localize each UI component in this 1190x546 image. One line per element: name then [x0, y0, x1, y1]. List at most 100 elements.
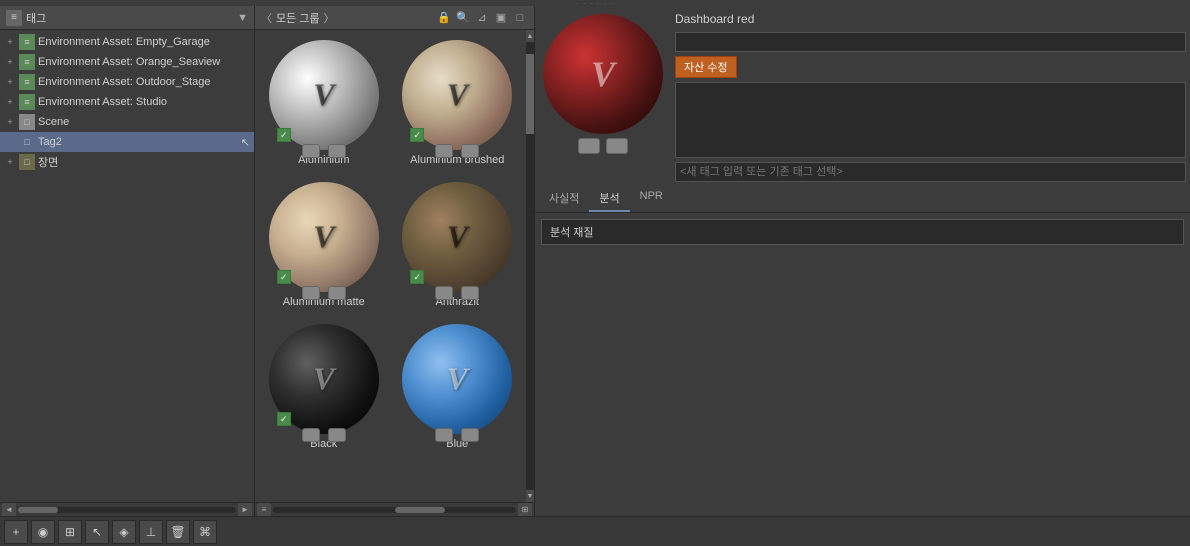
- sphere-foot-left: [302, 428, 320, 442]
- expand-btn[interactable]: +: [4, 76, 16, 88]
- bottom-scroll-track[interactable]: [273, 507, 516, 513]
- env-icon: ≡: [19, 94, 35, 110]
- scroll-down-arrow[interactable]: ▼: [526, 490, 534, 502]
- save-asset-button[interactable]: 자산 수정: [675, 56, 737, 78]
- sphere-foot-left: [435, 428, 453, 442]
- description-textarea[interactable]: [675, 82, 1186, 158]
- checkmark-matte: ✓: [277, 270, 291, 284]
- tree-item-jangmyeon[interactable]: + □ 장면: [0, 152, 254, 172]
- search-icon[interactable]: 🔍: [455, 10, 471, 26]
- tag-header-icon: ≡: [6, 10, 22, 26]
- folder-icon: □: [19, 154, 35, 170]
- toolbar-floor-btn[interactable]: ⊥: [139, 520, 163, 544]
- material-item-aluminium-matte[interactable]: V ✓ Aluminium matte: [261, 178, 387, 312]
- name-input[interactable]: [675, 32, 1186, 52]
- env-icon: ≡: [19, 54, 35, 70]
- material-thumb-wrapper-aluminium: V ✓: [269, 40, 379, 150]
- toolbar-add-btn[interactable]: +: [4, 520, 28, 544]
- image-icon[interactable]: ▣: [493, 10, 509, 26]
- tag-input[interactable]: [675, 162, 1186, 182]
- middle-scrollbar: ▲ ▼: [526, 30, 534, 502]
- material-item-anthrazit[interactable]: V ✓ Anthrazit: [395, 178, 521, 312]
- v-logo-aluminium: V: [313, 77, 334, 114]
- v-logo-blue: V: [447, 361, 468, 398]
- scroll-right-arrow[interactable]: ►: [238, 503, 252, 517]
- expand-btn[interactable]: +: [4, 116, 16, 128]
- expand-icon[interactable]: □: [512, 10, 528, 26]
- scroll-left-arrow[interactable]: ◄: [2, 503, 16, 517]
- material-thumb-wrapper-blue: V: [402, 324, 512, 434]
- toolbar-delete-btn[interactable]: 🗑: [166, 520, 190, 544]
- left-panel-header: ≡ 태그 ▼: [0, 6, 254, 30]
- sphere-foot-right: [461, 286, 479, 300]
- tab-facts[interactable]: 사실적: [539, 186, 589, 212]
- material-item-black[interactable]: V ✓ Black: [261, 320, 387, 454]
- lock-icon[interactable]: 🔒: [436, 10, 452, 26]
- expand-btn[interactable]: +: [4, 96, 16, 108]
- grid-toggle-btn[interactable]: ⊞: [518, 503, 532, 517]
- header-angle-bracket-left: 〈: [261, 10, 272, 26]
- sphere-feet-anthrazit: [435, 286, 479, 300]
- scroll-up-arrow[interactable]: ▲: [526, 30, 534, 42]
- tree-label-tag2: Tag2: [38, 136, 236, 148]
- sphere-feet-brushed: [435, 144, 479, 158]
- tree-item-scene[interactable]: + □ Scene: [0, 112, 254, 132]
- toolbar-link-btn[interactable]: ⌘: [193, 520, 217, 544]
- prop-title: Dashboard red: [675, 10, 1186, 28]
- tree-item-tag2[interactable]: □ Tag2 ↖: [0, 132, 254, 152]
- checkmark-brushed: ✓: [410, 128, 424, 142]
- material-thumb-wrapper-black: V ✓: [269, 324, 379, 434]
- scroll-thumb: [526, 54, 534, 134]
- expand-btn[interactable]: +: [4, 56, 16, 68]
- sphere-foot-right: [328, 286, 346, 300]
- header-angle-bracket-right: 〉: [324, 10, 335, 26]
- scroll-track[interactable]: [18, 507, 236, 513]
- tree-label-env-garage: Environment Asset: Empty_Garage: [38, 36, 250, 48]
- expand-btn[interactable]: +: [4, 156, 16, 168]
- sphere-foot-left: [435, 286, 453, 300]
- tag-icon: □: [19, 134, 35, 150]
- filter-icon[interactable]: ⊿: [474, 10, 490, 26]
- tree-label-jangmyeon: 장면: [38, 154, 250, 170]
- toolbar-paint-btn[interactable]: ◈: [112, 520, 136, 544]
- material-grid: V ✓ Aluminium: [259, 34, 522, 456]
- tree-item-env-studio[interactable]: + ≡ Environment Asset: Studio: [0, 92, 254, 112]
- tree-item-env-garage[interactable]: + ≡ Environment Asset: Empty_Garage: [0, 32, 254, 52]
- expand-btn[interactable]: [4, 136, 16, 148]
- material-item-blue[interactable]: V Blue: [395, 320, 521, 454]
- sphere-foot-left: [302, 286, 320, 300]
- tree-label-env-orange: Environment Asset: Orange_Seaview: [38, 56, 250, 68]
- expand-btn[interactable]: +: [4, 36, 16, 48]
- right-top-area: V Dashboard red 자산 수정: [535, 6, 1190, 186]
- preview-v-logo: V: [591, 53, 615, 95]
- tree-item-env-outdoor[interactable]: + ≡ Environment Asset: Outdoor_Stage: [0, 72, 254, 92]
- sphere-foot-right: [461, 144, 479, 158]
- left-panel-title: 태그: [26, 10, 46, 26]
- sphere-foot-left: [435, 144, 453, 158]
- tab-analysis[interactable]: 분석: [589, 186, 629, 212]
- save-row: 자산 수정: [675, 56, 1186, 78]
- tab-npr[interactable]: NPR: [630, 186, 673, 212]
- toolbar-circle-btn[interactable]: ◉: [31, 520, 55, 544]
- toolbar-pointer-btn[interactable]: ↖: [85, 520, 109, 544]
- sphere-foot-left: [302, 144, 320, 158]
- sphere-feet-matte: [302, 286, 346, 300]
- grid-view-btn[interactable]: ≡: [257, 503, 271, 517]
- bottom-scroll-thumb: [395, 507, 445, 513]
- sphere-feet-black: [302, 428, 346, 442]
- env-icon: ≡: [19, 34, 35, 50]
- left-panel-dropdown[interactable]: ▼: [237, 12, 248, 24]
- scene-icon: □: [19, 114, 35, 130]
- scroll-thumb: [18, 507, 58, 513]
- preview-foot-left: [578, 138, 600, 154]
- material-item-aluminium-brushed[interactable]: V ✓ Aluminium brushed: [395, 36, 521, 170]
- checkmark-anthrazit: ✓: [410, 270, 424, 284]
- toolbar-grid-btn[interactable]: ⊞: [58, 520, 82, 544]
- v-logo-brushed: V: [447, 77, 468, 114]
- tree-label-env-outdoor: Environment Asset: Outdoor_Stage: [38, 76, 250, 88]
- tree-item-env-orange[interactable]: + ≡ Environment Asset: Orange_Seaview: [0, 52, 254, 72]
- material-item-aluminium[interactable]: V ✓ Aluminium: [261, 36, 387, 170]
- v-logo-matte: V: [313, 219, 334, 256]
- tree-container: + ≡ Environment Asset: Empty_Garage + ≡ …: [0, 30, 254, 502]
- sphere-feet-blue: [435, 428, 479, 442]
